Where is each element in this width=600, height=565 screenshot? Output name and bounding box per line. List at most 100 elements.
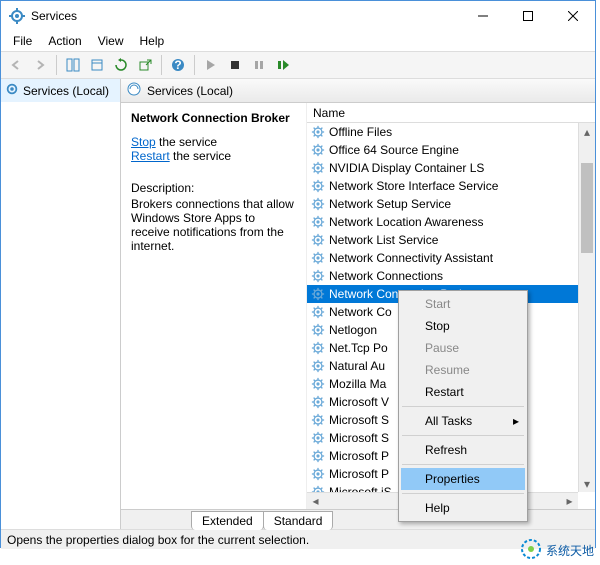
service-row[interactable]: Network Location Awareness	[307, 213, 595, 231]
context-menu: Start Stop Pause Resume Restart All Task…	[398, 290, 528, 522]
service-name: Network Connectivity Assistant	[329, 251, 493, 265]
gear-icon	[5, 82, 19, 99]
menu-view[interactable]: View	[90, 32, 132, 50]
show-hide-tree-button[interactable]	[62, 54, 84, 76]
ctx-refresh[interactable]: Refresh	[401, 439, 525, 461]
panel-header: Services (Local)	[121, 79, 595, 103]
service-row[interactable]: Offline Files	[307, 123, 595, 141]
vertical-scrollbar[interactable]: ▴ ▾	[578, 123, 595, 492]
gear-icon	[311, 377, 325, 391]
service-row[interactable]: NVIDIA Display Container LS	[307, 159, 595, 177]
gear-icon	[311, 413, 325, 427]
help-toolbar-button[interactable]: ?	[167, 54, 189, 76]
service-name: Netlogon	[329, 323, 377, 337]
service-name: Offline Files	[329, 125, 392, 139]
ctx-properties[interactable]: Properties	[401, 468, 525, 490]
service-row[interactable]: Network Connectivity Assistant	[307, 249, 595, 267]
service-name: Mozilla Ma	[329, 377, 386, 391]
forward-button[interactable]	[29, 54, 51, 76]
service-name: Net.Tcp Po	[329, 341, 388, 355]
refresh-button[interactable]	[110, 54, 132, 76]
menubar: File Action View Help	[1, 31, 595, 51]
ctx-stop[interactable]: Stop	[401, 315, 525, 337]
gear-icon	[311, 395, 325, 409]
scroll-down-arrow[interactable]: ▾	[579, 475, 595, 492]
ctx-help[interactable]: Help	[401, 497, 525, 519]
ctx-separator	[402, 493, 524, 494]
start-service-button[interactable]	[200, 54, 222, 76]
ctx-separator	[402, 435, 524, 436]
toolbar: ?	[1, 51, 595, 79]
scroll-up-arrow[interactable]: ▴	[579, 123, 595, 140]
service-name: Microsoft P	[329, 449, 389, 463]
gear-icon	[311, 143, 325, 157]
ctx-separator	[402, 406, 524, 407]
stop-line: Stop the service	[131, 135, 296, 149]
menu-action[interactable]: Action	[40, 32, 89, 50]
window-controls	[460, 1, 595, 31]
gear-icon	[311, 449, 325, 463]
submenu-arrow-icon: ▸	[513, 414, 519, 428]
service-name: Network Co	[329, 305, 392, 319]
scroll-thumb[interactable]	[581, 163, 593, 253]
tab-standard[interactable]: Standard	[263, 511, 334, 530]
window-title: Services	[31, 9, 460, 23]
service-row[interactable]: Network Connections	[307, 267, 595, 285]
service-actions: Stop the service Restart the service	[131, 135, 296, 163]
scroll-right-arrow[interactable]: ▸	[561, 493, 578, 509]
globe-icon	[520, 538, 542, 563]
tree-node-services-local[interactable]: Services (Local)	[1, 79, 120, 102]
ctx-resume[interactable]: Resume	[401, 359, 525, 381]
ctx-start[interactable]: Start	[401, 293, 525, 315]
services-app-icon	[9, 8, 25, 24]
properties-toolbar-button[interactable]	[86, 54, 108, 76]
ctx-restart[interactable]: Restart	[401, 381, 525, 403]
gear-icon	[311, 359, 325, 373]
toolbar-separator	[194, 55, 195, 75]
restart-service-button[interactable]	[272, 54, 294, 76]
gear-icon	[311, 215, 325, 229]
gear-icon	[311, 323, 325, 337]
ctx-all-tasks-label: All Tasks	[425, 414, 472, 428]
minimize-button[interactable]	[460, 1, 505, 31]
service-row[interactable]: Office 64 Source Engine	[307, 141, 595, 159]
service-row[interactable]: Network Setup Service	[307, 195, 595, 213]
panel-header-icon	[127, 82, 141, 99]
service-name: Network Location Awareness	[329, 215, 484, 229]
stop-link[interactable]: Stop	[131, 135, 156, 149]
column-header-name[interactable]: Name	[307, 103, 595, 123]
restart-link[interactable]: Restart	[131, 149, 170, 163]
gear-icon	[311, 467, 325, 481]
gear-icon	[311, 269, 325, 283]
menu-file[interactable]: File	[5, 32, 40, 50]
gear-icon	[311, 305, 325, 319]
gear-icon	[311, 179, 325, 193]
service-name: Office 64 Source Engine	[329, 143, 459, 157]
service-name: NVIDIA Display Container LS	[329, 161, 484, 175]
close-button[interactable]	[550, 1, 595, 31]
description-pane: Network Connection Broker Stop the servi…	[121, 103, 307, 509]
export-button[interactable]	[134, 54, 156, 76]
gear-icon	[311, 233, 325, 247]
gear-icon	[311, 341, 325, 355]
tab-extended[interactable]: Extended	[191, 511, 264, 530]
stop-service-button[interactable]	[224, 54, 246, 76]
service-row[interactable]: Network Store Interface Service	[307, 177, 595, 195]
service-row[interactable]: Network List Service	[307, 231, 595, 249]
pause-service-button[interactable]	[248, 54, 270, 76]
back-button[interactable]	[5, 54, 27, 76]
service-name: Network List Service	[329, 233, 438, 247]
tree-node-label: Services (Local)	[23, 84, 109, 98]
service-name: Network Store Interface Service	[329, 179, 498, 193]
scroll-left-arrow[interactable]: ◂	[307, 493, 324, 509]
status-bar: Opens the properties dialog box for the …	[1, 529, 595, 549]
ctx-pause[interactable]: Pause	[401, 337, 525, 359]
stop-rest: the service	[156, 135, 217, 149]
menu-help[interactable]: Help	[132, 32, 173, 50]
maximize-button[interactable]	[505, 1, 550, 31]
service-name: Network Connections	[329, 269, 443, 283]
restart-line: Restart the service	[131, 149, 296, 163]
toolbar-separator	[161, 55, 162, 75]
gear-icon	[311, 431, 325, 445]
ctx-all-tasks[interactable]: All Tasks ▸	[401, 410, 525, 432]
